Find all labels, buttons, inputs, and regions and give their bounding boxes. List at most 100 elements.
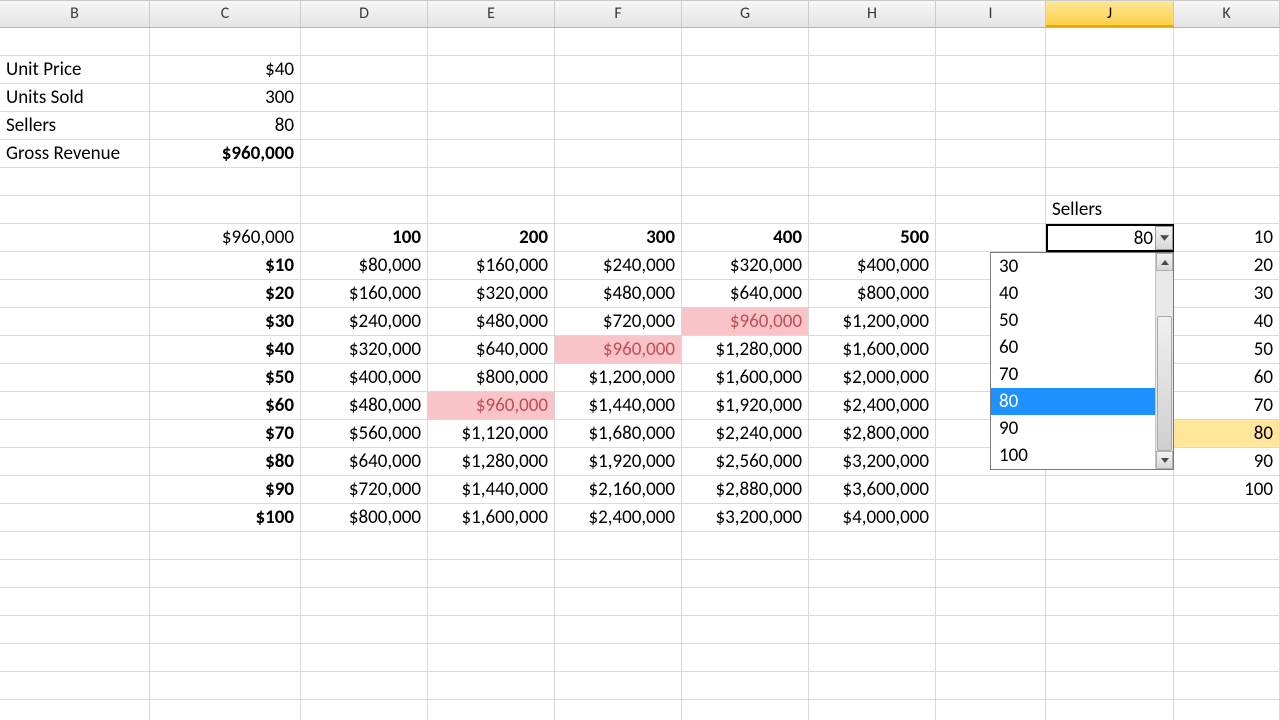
table-row-head[interactable]: $60 bbox=[150, 392, 301, 420]
cell[interactable] bbox=[0, 420, 150, 448]
table-row-head[interactable]: $90 bbox=[150, 476, 301, 504]
cell[interactable] bbox=[682, 560, 809, 588]
cell[interactable] bbox=[555, 616, 682, 644]
cell[interactable] bbox=[0, 196, 150, 224]
cell[interactable] bbox=[936, 672, 1046, 700]
cell[interactable] bbox=[809, 56, 936, 84]
cell[interactable] bbox=[1046, 588, 1174, 616]
table-cell[interactable]: $720,000 bbox=[555, 308, 682, 336]
value-unit-price[interactable]: $40 bbox=[150, 56, 301, 84]
cell[interactable] bbox=[936, 224, 1046, 252]
cell[interactable] bbox=[809, 644, 936, 672]
table-cell[interactable]: $800,000 bbox=[301, 504, 428, 532]
label-unit-price[interactable]: Unit Price bbox=[0, 56, 150, 84]
cell[interactable] bbox=[936, 504, 1046, 532]
cell[interactable] bbox=[809, 616, 936, 644]
cell[interactable] bbox=[555, 28, 682, 56]
cell[interactable] bbox=[809, 588, 936, 616]
cell[interactable] bbox=[0, 224, 150, 252]
dropdown-button[interactable] bbox=[1155, 226, 1173, 250]
cell[interactable] bbox=[1174, 672, 1280, 700]
table-cell[interactable]: $4,000,000 bbox=[809, 504, 936, 532]
cell[interactable] bbox=[1174, 588, 1280, 616]
cell[interactable] bbox=[0, 532, 150, 560]
k-value[interactable]: 100 bbox=[1174, 476, 1280, 504]
cell[interactable] bbox=[1046, 700, 1174, 720]
cell[interactable] bbox=[0, 252, 150, 280]
cell[interactable] bbox=[936, 700, 1046, 720]
cell[interactable] bbox=[0, 392, 150, 420]
table-cell[interactable]: $2,800,000 bbox=[809, 420, 936, 448]
table-col-head[interactable]: 500 bbox=[809, 224, 936, 252]
k-value[interactable]: 30 bbox=[1174, 280, 1280, 308]
cell[interactable] bbox=[428, 56, 555, 84]
cell[interactable] bbox=[936, 56, 1046, 84]
value-sellers[interactable]: 80 bbox=[150, 112, 301, 140]
cell[interactable] bbox=[555, 112, 682, 140]
table-col-head[interactable]: 200 bbox=[428, 224, 555, 252]
table-cell[interactable]: $2,000,000 bbox=[809, 364, 936, 392]
cell[interactable] bbox=[1046, 504, 1174, 532]
k-value[interactable]: 90 bbox=[1174, 448, 1280, 476]
cell[interactable] bbox=[301, 616, 428, 644]
cell[interactable] bbox=[682, 84, 809, 112]
cell[interactable] bbox=[555, 644, 682, 672]
cell[interactable] bbox=[1046, 560, 1174, 588]
cell[interactable] bbox=[682, 672, 809, 700]
table-cell[interactable]: $800,000 bbox=[428, 364, 555, 392]
cell[interactable] bbox=[682, 168, 809, 196]
cell[interactable] bbox=[682, 56, 809, 84]
cell[interactable] bbox=[1046, 112, 1174, 140]
cell[interactable] bbox=[555, 700, 682, 720]
table-cell[interactable]: $1,440,000 bbox=[555, 392, 682, 420]
k-value[interactable]: 70 bbox=[1174, 392, 1280, 420]
cell[interactable] bbox=[301, 140, 428, 168]
cell[interactable] bbox=[682, 616, 809, 644]
cell[interactable] bbox=[1174, 504, 1280, 532]
cell[interactable] bbox=[428, 168, 555, 196]
col-header-H[interactable]: H bbox=[809, 0, 936, 27]
table-cell[interactable]: $1,600,000 bbox=[428, 504, 555, 532]
cell[interactable] bbox=[0, 364, 150, 392]
cell[interactable] bbox=[555, 168, 682, 196]
cell[interactable] bbox=[936, 588, 1046, 616]
cell[interactable] bbox=[428, 532, 555, 560]
table-cell[interactable]: $640,000 bbox=[301, 448, 428, 476]
k-value[interactable]: 40 bbox=[1174, 308, 1280, 336]
table-cell[interactable]: $1,120,000 bbox=[428, 420, 555, 448]
cell[interactable] bbox=[1046, 140, 1174, 168]
table-cell[interactable]: $400,000 bbox=[301, 364, 428, 392]
table-cell[interactable]: $320,000 bbox=[682, 252, 809, 280]
dropdown-option[interactable]: 70 bbox=[991, 361, 1155, 388]
table-cell[interactable]: $1,280,000 bbox=[682, 336, 809, 364]
table-row-head[interactable]: $20 bbox=[150, 280, 301, 308]
sellers-dropdown-cell[interactable]: 80 bbox=[1046, 224, 1174, 252]
table-row-head[interactable]: $10 bbox=[150, 252, 301, 280]
k-value[interactable]: 80 bbox=[1174, 420, 1280, 448]
cell[interactable] bbox=[150, 700, 301, 720]
cell[interactable] bbox=[301, 532, 428, 560]
cell[interactable] bbox=[428, 588, 555, 616]
table-cell[interactable]: $240,000 bbox=[301, 308, 428, 336]
label-gross-revenue[interactable]: Gross Revenue bbox=[0, 140, 150, 168]
cell[interactable] bbox=[682, 644, 809, 672]
cell[interactable] bbox=[0, 504, 150, 532]
cell[interactable] bbox=[1174, 56, 1280, 84]
table-row-head[interactable]: $30 bbox=[150, 308, 301, 336]
table-cell[interactable]: $640,000 bbox=[682, 280, 809, 308]
table-row-head[interactable]: $100 bbox=[150, 504, 301, 532]
table-cell[interactable]: $2,400,000 bbox=[809, 392, 936, 420]
cell[interactable] bbox=[682, 588, 809, 616]
table-col-head[interactable]: 300 bbox=[555, 224, 682, 252]
cell[interactable] bbox=[809, 672, 936, 700]
table-cell[interactable]: $80,000 bbox=[301, 252, 428, 280]
cell[interactable] bbox=[150, 560, 301, 588]
cell[interactable] bbox=[1174, 28, 1280, 56]
cell[interactable] bbox=[428, 140, 555, 168]
k-value[interactable]: 50 bbox=[1174, 336, 1280, 364]
col-header-B[interactable]: B bbox=[0, 0, 150, 27]
cell[interactable] bbox=[936, 560, 1046, 588]
dropdown-option[interactable]: 40 bbox=[991, 280, 1155, 307]
table-row-head[interactable]: $50 bbox=[150, 364, 301, 392]
cell[interactable] bbox=[301, 560, 428, 588]
